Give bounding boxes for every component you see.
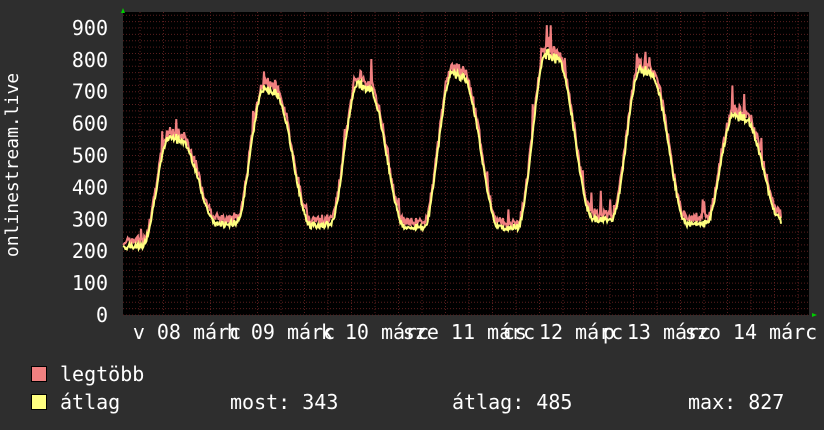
y-tick-label: 600 <box>72 112 108 136</box>
x-axis-arrow <box>812 313 817 317</box>
atlag-swatch <box>31 394 47 410</box>
x-tick-labels: v 08 márch 09 márck 10 márcsze 11 márccs… <box>133 320 817 344</box>
x-tick-label: v 08 márc <box>133 320 241 344</box>
y-tick-label: 700 <box>72 80 108 104</box>
x-tick-label: szo 14 márc <box>685 320 817 344</box>
y-axis-label: onlinestream.live <box>2 73 23 257</box>
plot-area <box>123 12 809 315</box>
atlag-legend-label: átlag <box>60 390 121 414</box>
y-tick-label: 500 <box>72 144 108 168</box>
stat-max: max: 827 <box>688 390 785 414</box>
y-tick-label: 200 <box>72 239 108 263</box>
y-tick-label: 400 <box>72 175 108 199</box>
y-tick-label: 0 <box>96 303 108 327</box>
x-tick-label: h 09 márc <box>227 320 335 344</box>
y-tick-label: 100 <box>72 271 108 295</box>
y-tick-labels: 0 100 200 300 400 500 600 700 800 900 <box>72 16 108 327</box>
y-tick-label: 800 <box>72 48 108 72</box>
legtobb-swatch <box>31 366 47 382</box>
y-tick-label: 900 <box>72 16 108 40</box>
stat-atlag: átlag: 485 <box>452 390 573 414</box>
stat-most: most: 343 <box>230 390 339 414</box>
legtobb-legend-label: legtöbb <box>60 362 145 386</box>
y-axis-arrow <box>121 8 125 13</box>
y-tick-label: 300 <box>72 207 108 231</box>
